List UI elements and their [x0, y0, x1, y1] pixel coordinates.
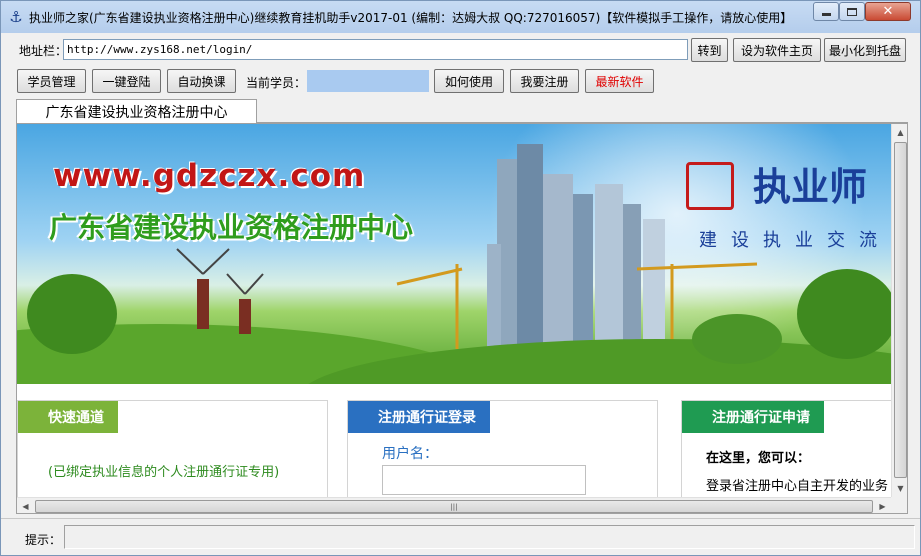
- tab-gdzczx[interactable]: 广东省建设执业资格注册中心: [16, 99, 257, 123]
- status-bar: 提示：: [1, 518, 920, 555]
- browser-view: www.gdzczx.com 广东省建设执业资格注册中心 执业师 建设执业交流 …: [16, 123, 908, 514]
- scroll-right-icon[interactable]: ▶: [874, 498, 891, 513]
- login-header: 注册通行证登录: [348, 401, 490, 433]
- logo-title: 执业师: [753, 165, 868, 209]
- go-button[interactable]: 转到: [691, 38, 728, 62]
- one-click-login-button[interactable]: 一键登陆: [92, 69, 161, 93]
- quick-access-note[interactable]: (已绑定执业信息的个人注册通行证专用): [48, 461, 279, 480]
- latest-software-button[interactable]: 最新软件: [585, 69, 654, 93]
- app-window: ⚓ 执业师之家(广东省建设执业资格注册中心)继续教育挂机助手v2017-01 (…: [0, 0, 921, 556]
- scroll-up-icon[interactable]: ▲: [892, 124, 907, 141]
- scroll-left-icon[interactable]: ◀: [17, 498, 34, 513]
- apply-description: 登录省注册中心自主开发的业务: [706, 479, 889, 494]
- apply-intro: 在这里，您可以：: [706, 451, 811, 466]
- address-label: 地址栏：: [19, 44, 68, 58]
- site-url-text: www.gdzczx.com: [53, 158, 366, 194]
- minimize-to-tray-button[interactable]: 最小化到托盘: [824, 38, 906, 62]
- scrollbar-corner: [891, 497, 907, 513]
- current-student-field[interactable]: [307, 70, 429, 92]
- seal-logo-icon: [686, 162, 734, 210]
- how-to-use-button[interactable]: 如何使用: [434, 69, 504, 93]
- auto-switch-course-button[interactable]: 自动换课: [167, 69, 236, 93]
- site-banner: www.gdzczx.com 广东省建设执业资格注册中心 执业师 建设执业交流: [17, 124, 891, 384]
- register-button[interactable]: 我要注册: [510, 69, 579, 93]
- maximize-button[interactable]: [839, 2, 865, 21]
- horizontal-scrollbar[interactable]: ◀ ||| ▶: [17, 497, 891, 513]
- horizontal-scroll-thumb[interactable]: |||: [35, 500, 873, 513]
- site-org-title: 广东省建设执业资格注册中心: [49, 211, 414, 244]
- vertical-scroll-thumb[interactable]: [894, 142, 907, 478]
- minimize-button[interactable]: [813, 2, 839, 21]
- scroll-down-icon[interactable]: ▼: [892, 480, 907, 497]
- username-label: 用户名：: [382, 446, 438, 462]
- apply-header: 注册通行证申请: [682, 401, 824, 433]
- close-button[interactable]: ✕: [865, 2, 911, 21]
- set-home-button[interactable]: 设为软件主页: [733, 38, 821, 62]
- address-input[interactable]: [63, 39, 688, 60]
- logo-subtitle: 建设执业交流: [699, 230, 891, 251]
- status-label: 提示：: [25, 533, 62, 547]
- anchor-icon: ⚓: [9, 8, 23, 26]
- current-student-label: 当前学员：: [246, 76, 307, 90]
- status-message: [64, 525, 915, 549]
- student-manage-button[interactable]: 学员管理: [17, 69, 86, 93]
- close-icon: ✕: [882, 4, 894, 19]
- title-bar: ⚓ 执业师之家(广东省建设执业资格注册中心)继续教育挂机助手v2017-01 (…: [1, 1, 920, 33]
- maximize-icon: [847, 7, 857, 16]
- window-title: 执业师之家(广东省建设执业资格注册中心)继续教育挂机助手v2017-01 (编制…: [29, 11, 793, 25]
- username-input[interactable]: [382, 465, 586, 495]
- quick-access-header: 快速通道: [18, 401, 118, 433]
- minimize-icon: [821, 13, 831, 16]
- vertical-scrollbar[interactable]: ▲ ▼: [891, 124, 907, 497]
